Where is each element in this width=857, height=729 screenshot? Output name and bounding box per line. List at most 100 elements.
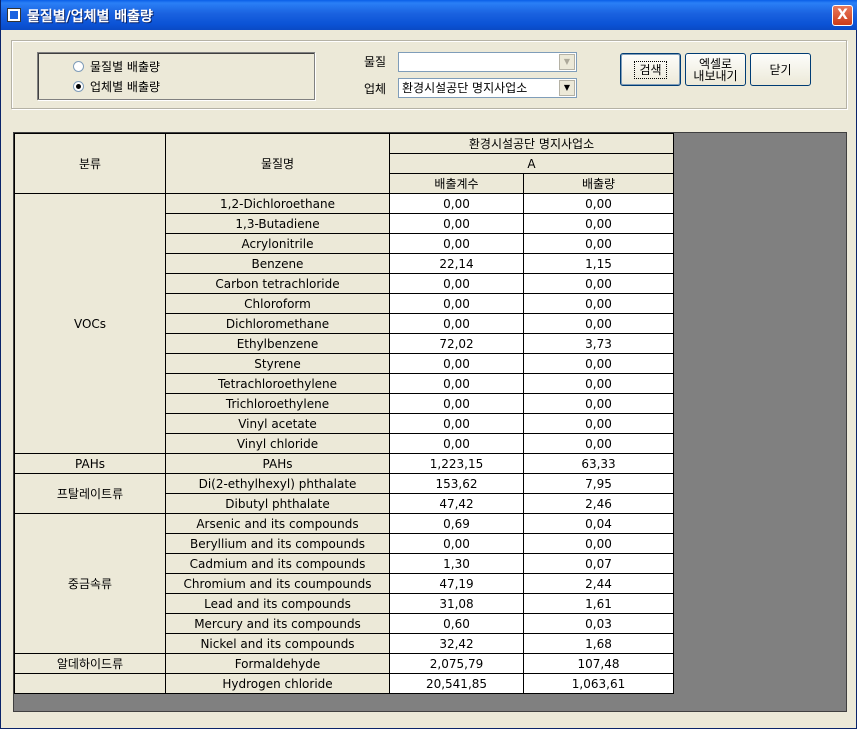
factor-cell[interactable]: 0,00 — [389, 273, 524, 294]
factor-cell[interactable]: 0,00 — [389, 233, 524, 254]
table-row[interactable]: Hydrogen chloride 20,541,85 1,063,61 — [14, 673, 674, 694]
table-row[interactable]: 중금속류 Arsenic and its compounds 0,69 0,04 — [14, 513, 674, 654]
amount-cell[interactable]: 7,95 — [523, 473, 674, 494]
substance-cell: Vinyl acetate — [165, 413, 390, 434]
factor-cell[interactable]: 22,14 — [389, 253, 524, 274]
amount-cell[interactable]: 3,73 — [523, 333, 674, 354]
amount-cell[interactable]: 0,00 — [523, 433, 674, 454]
category-cell: 알데하이드류 — [14, 653, 166, 674]
factor-cell[interactable]: 47,42 — [389, 493, 524, 514]
substance-cell: Acrylonitrile — [165, 233, 390, 254]
substance-cell: Cadmium and its compounds — [165, 553, 390, 574]
company-value: 환경시설공단 명지사업소 — [402, 81, 528, 95]
substance-cell: 1,2-Dichloroethane — [165, 193, 390, 214]
radio-by-company[interactable]: 업체별 배출량 — [73, 78, 160, 94]
amount-cell[interactable]: 0,00 — [523, 213, 674, 234]
search-button[interactable]: 검색 — [620, 53, 681, 86]
search-button-label: 검색 — [634, 60, 667, 79]
substance-cell: Di(2-ethylhexyl) phthalate — [165, 473, 390, 494]
factor-cell[interactable]: 32,42 — [389, 633, 524, 654]
chevron-down-icon[interactable]: ▼ — [559, 54, 575, 70]
radio-label: 물질별 배출량 — [90, 59, 161, 74]
substance-cell: Chromium and its coumpounds — [165, 573, 390, 594]
amount-cell[interactable]: 0,00 — [523, 413, 674, 434]
substance-cell: Chloroform — [165, 293, 390, 314]
company-select[interactable]: 환경시설공단 명지사업소 ▼ — [398, 78, 577, 98]
close-window-button[interactable]: X — [832, 5, 853, 26]
amount-cell[interactable]: 107,48 — [523, 653, 674, 674]
radio-by-substance[interactable]: 물질별 배출량 — [73, 58, 160, 74]
title-bar[interactable]: 물질별/업체별 배출량 X — [1, 0, 857, 30]
amount-cell[interactable]: 0,00 — [523, 533, 674, 554]
amount-cell[interactable]: 2,44 — [523, 573, 674, 594]
substance-select[interactable]: ▼ — [398, 52, 577, 72]
substance-cell: Mercury and its compounds — [165, 613, 390, 634]
amount-cell[interactable]: 1,15 — [523, 253, 674, 274]
header-sub: A — [389, 153, 674, 174]
factor-cell[interactable]: 72,02 — [389, 333, 524, 354]
category-cell: PAHs — [14, 453, 166, 474]
company-label: 업체 — [364, 82, 387, 96]
radio-label: 업체별 배출량 — [90, 79, 161, 94]
amount-cell[interactable]: 0,00 — [523, 393, 674, 414]
main-window: 물질별/업체별 배출량 X 물질별 배출량 업체별 배출량 물질 ▼ 업체 환경… — [0, 0, 857, 729]
amount-cell[interactable]: 0,00 — [523, 373, 674, 394]
header-amount: 배출량 — [523, 173, 674, 194]
amount-cell[interactable]: 0,00 — [523, 233, 674, 254]
amount-cell[interactable]: 0,00 — [523, 293, 674, 314]
factor-cell[interactable]: 0,00 — [389, 373, 524, 394]
amount-cell[interactable]: 0,00 — [523, 193, 674, 214]
table-row[interactable]: VOCs 1,2-Dichloroethane 0,00 0,00 — [14, 193, 674, 454]
factor-cell[interactable]: 0,00 — [389, 193, 524, 214]
export-excel-button[interactable]: 엑셀로 내보내기 — [685, 53, 746, 86]
close-button[interactable]: 닫기 — [750, 53, 811, 86]
factor-cell[interactable]: 0,60 — [389, 613, 524, 634]
table-row[interactable]: PAHs PAHs 1,223,15 63,33 — [14, 453, 674, 474]
amount-cell[interactable]: 1,68 — [523, 633, 674, 654]
amount-cell[interactable]: 1,61 — [523, 593, 674, 614]
table-row[interactable]: 알데하이드류 Formaldehyde 2,075,79 107,48 — [14, 653, 674, 674]
radio-indicator — [73, 60, 84, 72]
factor-cell[interactable]: 0,00 — [389, 313, 524, 334]
amount-cell[interactable]: 2,46 — [523, 493, 674, 514]
amount-cell[interactable]: 0,00 — [523, 353, 674, 374]
amount-cell[interactable]: 1,063,61 — [523, 673, 674, 694]
substance-cell: Lead and its compounds — [165, 593, 390, 614]
factor-cell[interactable]: 0,00 — [389, 353, 524, 374]
factor-cell[interactable]: 1,223,15 — [389, 453, 524, 474]
amount-cell[interactable]: 0,00 — [523, 313, 674, 334]
factor-cell[interactable]: 0,00 — [389, 433, 524, 454]
factor-cell[interactable]: 153,62 — [389, 473, 524, 494]
factor-cell[interactable]: 2,075,79 — [389, 653, 524, 674]
factor-cell[interactable]: 20,541,85 — [389, 673, 524, 694]
factor-cell[interactable]: 31,08 — [389, 593, 524, 614]
factor-cell[interactable]: 0,00 — [389, 413, 524, 434]
factor-cell[interactable]: 47,19 — [389, 573, 524, 594]
substance-cell: Beryllium and its compounds — [165, 533, 390, 554]
header-company: 환경시설공단 명지사업소 — [389, 133, 674, 154]
chevron-down-icon[interactable]: ▼ — [559, 80, 575, 96]
export-label-line1: 엑셀로 — [698, 56, 733, 71]
window-title: 물질별/업체별 배출량 — [27, 9, 153, 25]
table-row[interactable]: 프탈레이트류 Di(2-ethylhexyl) phthalate 153,62 7,… — [14, 473, 674, 514]
amount-cell[interactable]: 0,07 — [523, 553, 674, 574]
substance-cell: Arsenic and its compounds — [165, 513, 390, 534]
factor-cell[interactable]: 1,30 — [389, 553, 524, 574]
category-cell: VOCs — [14, 193, 166, 454]
factor-cell[interactable]: 0,00 — [389, 293, 524, 314]
factor-cell[interactable]: 0,00 — [389, 393, 524, 414]
app-icon — [7, 8, 21, 22]
amount-cell[interactable]: 0,03 — [523, 613, 674, 634]
amount-cell[interactable]: 0,00 — [523, 273, 674, 294]
factor-cell[interactable]: 0,00 — [389, 213, 524, 234]
factor-cell[interactable]: 0,00 — [389, 533, 524, 554]
substance-cell: PAHs — [165, 453, 390, 474]
substance-cell: Nickel and its compounds — [165, 633, 390, 654]
substance-cell: Vinyl chloride — [165, 433, 390, 454]
factor-cell[interactable]: 0,69 — [389, 513, 524, 534]
substance-cell: Carbon tetrachloride — [165, 273, 390, 294]
amount-cell[interactable]: 0,04 — [523, 513, 674, 534]
category-cell: 프탈레이트류 — [14, 473, 166, 514]
amount-cell[interactable]: 63,33 — [523, 453, 674, 474]
header-substance: 물질명 — [165, 133, 390, 194]
